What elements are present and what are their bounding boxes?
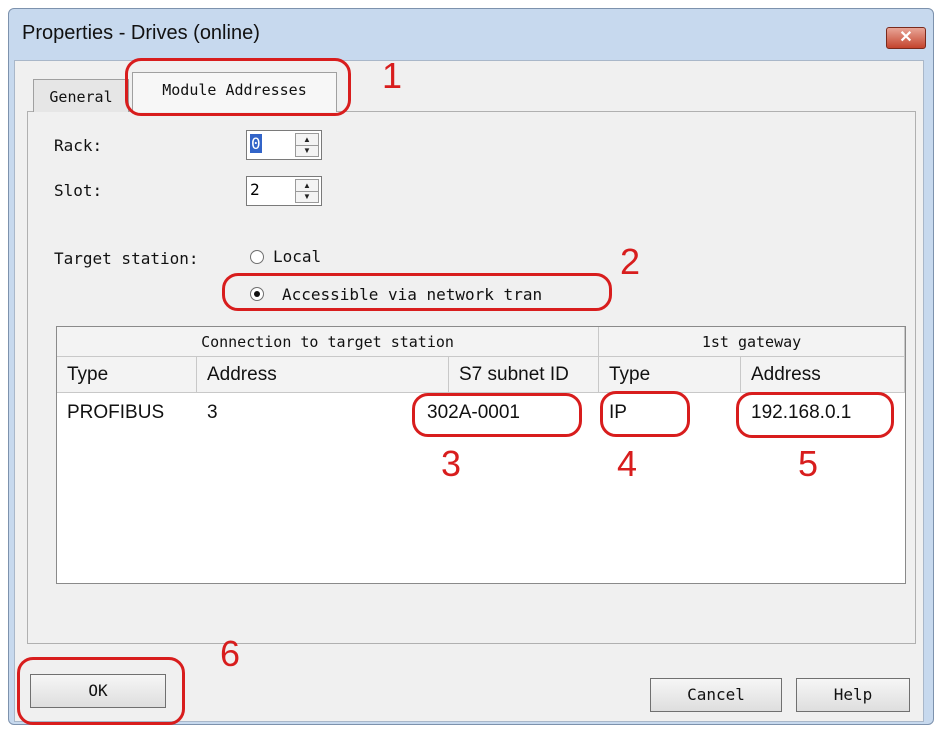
ok-button[interactable]: OK [30, 674, 166, 708]
annotation-number-5: 5 [798, 443, 819, 484]
column-header-address[interactable]: Address [197, 357, 449, 393]
radio-local[interactable] [250, 250, 264, 264]
tab-general-label: General [49, 88, 113, 106]
group-header-gateway: 1st gateway [599, 327, 905, 357]
rack-label: Rack: [54, 136, 103, 155]
annotation-number-2: 2 [620, 241, 641, 282]
rack-spin-buttons[interactable]: ▲ ▼ [295, 133, 319, 157]
rack-spinner[interactable]: 0 ▲ ▼ [246, 130, 322, 160]
connection-table[interactable]: Connection to target station 1st gateway… [56, 326, 906, 584]
cell-gateway-type: IP [609, 402, 627, 423]
tab-module-addresses-label: Module Addresses [162, 81, 307, 99]
tab-general[interactable]: General [33, 79, 129, 112]
slot-label: Slot: [54, 181, 103, 200]
radio-network[interactable] [250, 287, 264, 301]
annotation-number-1: 1 [382, 55, 403, 96]
radio-local-label[interactable]: Local [273, 247, 321, 266]
cell-subnet-id: 302A-0001 [427, 402, 520, 423]
column-header-gateway-address[interactable]: Address [741, 357, 905, 393]
tab-module-addresses[interactable]: Module Addresses [132, 72, 337, 112]
slot-value[interactable]: 2 [250, 180, 260, 199]
cell-type: PROFIBUS [67, 402, 165, 423]
rack-value[interactable]: 0 [250, 134, 262, 153]
cell-address: 3 [207, 402, 218, 423]
slot-spinner[interactable]: 2 ▲ ▼ [246, 176, 322, 206]
close-button[interactable]: ✕ [886, 27, 926, 49]
annotation-number-3: 3 [441, 443, 462, 484]
target-station-label: Target station: [54, 249, 199, 268]
column-header-gateway-type[interactable]: Type [599, 357, 741, 393]
spin-down-icon[interactable]: ▼ [296, 191, 318, 202]
slot-spin-buttons[interactable]: ▲ ▼ [295, 179, 319, 203]
cancel-button[interactable]: Cancel [650, 678, 782, 712]
radio-selected-dot [254, 291, 260, 297]
cell-gateway-address: 192.168.0.1 [751, 402, 852, 423]
annotation-number-6: 6 [220, 633, 241, 674]
help-button[interactable]: Help [796, 678, 910, 712]
annotation-number-4: 4 [617, 443, 638, 484]
column-header-type[interactable]: Type [57, 357, 197, 393]
group-header-connection: Connection to target station [57, 327, 599, 357]
close-icon: ✕ [899, 29, 913, 46]
column-header-subnet-id[interactable]: S7 subnet ID [449, 357, 599, 393]
spin-down-icon[interactable]: ▼ [296, 145, 318, 156]
window-title: Properties - Drives (online) [22, 22, 260, 44]
radio-network-label[interactable]: Accessible via network tran [282, 285, 542, 304]
